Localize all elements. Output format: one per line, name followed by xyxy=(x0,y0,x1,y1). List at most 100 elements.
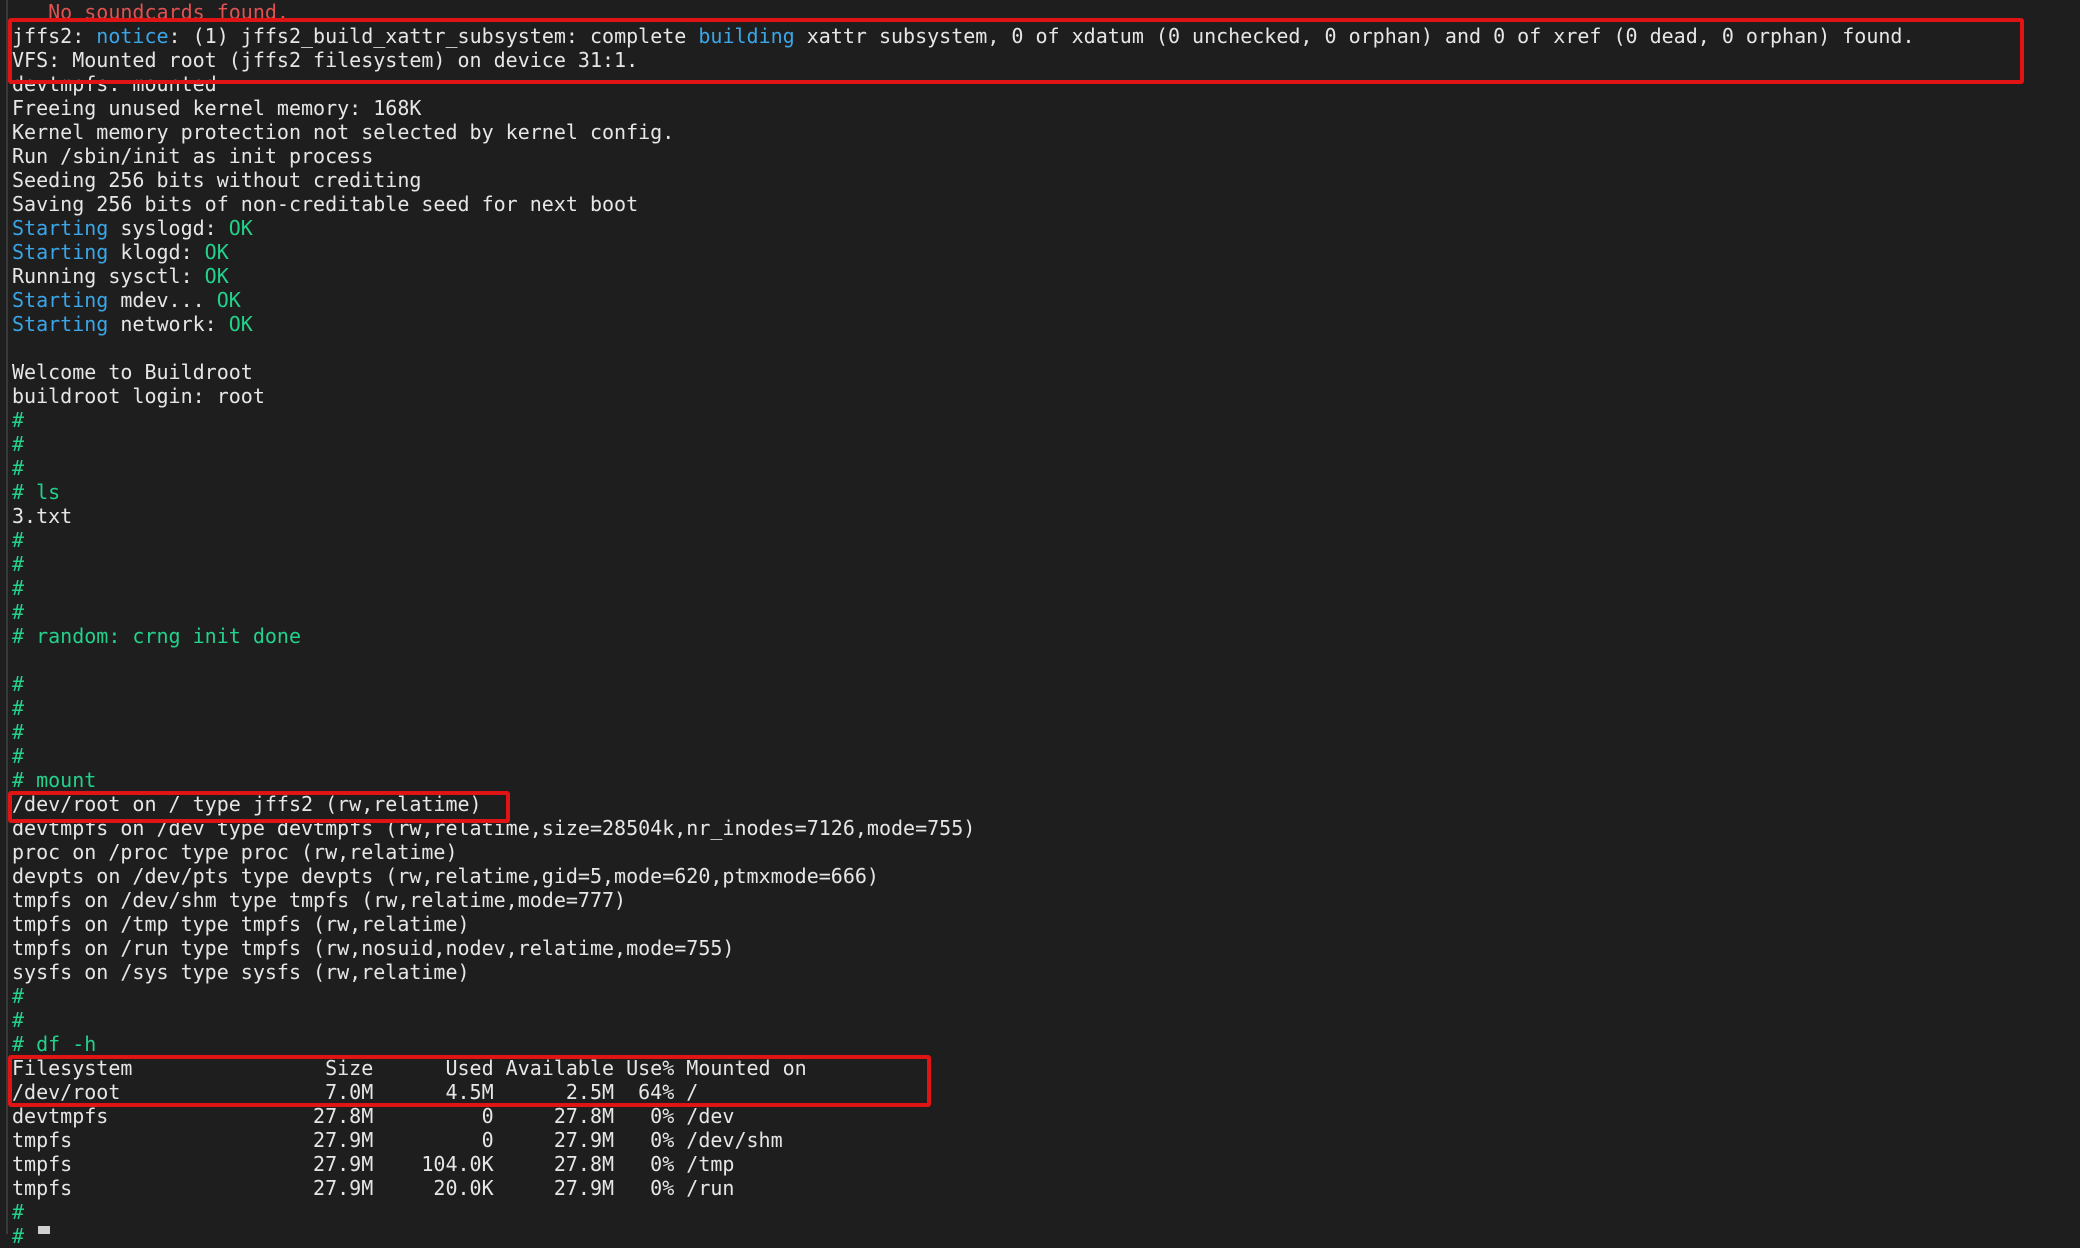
terminal-text: Saving 256 bits of non-creditable seed f… xyxy=(12,192,639,216)
terminal-line: # xyxy=(12,552,1915,576)
terminal-text: tmpfs on /run type tmpfs (rw,nosuid,node… xyxy=(12,936,735,960)
terminal-text: devtmpfs 27.8M 0 27.8M 0% /dev xyxy=(12,1104,735,1128)
terminal-text: # df -h xyxy=(12,1032,97,1056)
terminal-line: # xyxy=(12,576,1915,600)
terminal-line: 3.txt xyxy=(12,504,1915,528)
terminal-text: notice xyxy=(96,24,169,48)
terminal-line: Running sysctl: OK xyxy=(12,264,1915,288)
terminal-line: tmpfs on /dev/shm type tmpfs (rw,relatim… xyxy=(12,888,1915,912)
terminal-cursor xyxy=(38,1226,50,1234)
terminal-text: tmpfs on /tmp type tmpfs (rw,relatime) xyxy=(12,912,470,936)
terminal-text: Starting xyxy=(12,312,109,336)
terminal-text: Running sysctl: xyxy=(12,264,205,288)
terminal-text: Freeing unused kernel memory: 168K xyxy=(12,96,422,120)
terminal-line: Run /sbin/init as init process xyxy=(12,144,1915,168)
terminal-text: # xyxy=(12,600,25,624)
terminal-line: sysfs on /sys type sysfs (rw,relatime) xyxy=(12,960,1915,984)
terminal-text: buildroot login: root xyxy=(12,384,265,408)
terminal-text: Run /sbin/init as init process xyxy=(12,144,374,168)
terminal-line: jffs2: notice: (1) jffs2_build_xattr_sub… xyxy=(12,24,1915,48)
terminal-text: # random: crng init done xyxy=(12,624,301,648)
terminal-line: proc on /proc type proc (rw,relatime) xyxy=(12,840,1915,864)
terminal-line: # xyxy=(12,408,1915,432)
terminal-text: jffs2: xyxy=(12,24,97,48)
terminal-line: Seeding 256 bits without crediting xyxy=(12,168,1915,192)
terminal-text: Welcome to Buildroot xyxy=(12,360,253,384)
terminal-text: 3.txt xyxy=(12,504,73,528)
terminal-text: # mount xyxy=(12,768,97,792)
terminal-text: # xyxy=(12,696,25,720)
terminal-line: Starting klogd: OK xyxy=(12,240,1915,264)
terminal-text: # xyxy=(12,456,25,480)
terminal-line: # xyxy=(12,696,1915,720)
terminal-line: Filesystem Size Used Available Use% Moun… xyxy=(12,1056,1915,1080)
terminal-text: tmpfs 27.9M 0 27.9M 0% /dev/shm xyxy=(12,1128,783,1152)
terminal-text: # xyxy=(12,576,25,600)
terminal-line: No soundcards found. xyxy=(12,0,1915,24)
terminal-text: tmpfs 27.9M 104.0K 27.8M 0% /tmp xyxy=(12,1152,735,1176)
terminal-text: # xyxy=(12,1224,25,1248)
terminal-text: OK xyxy=(204,240,229,264)
terminal-text: # xyxy=(12,1008,25,1032)
terminal-text: No soundcards found. xyxy=(12,0,289,24)
terminal-line: # xyxy=(12,720,1915,744)
terminal-line: # xyxy=(12,1008,1915,1032)
terminal-line: # xyxy=(12,744,1915,768)
terminal-line: Starting network: OK xyxy=(12,312,1915,336)
terminal-text: OK xyxy=(228,312,253,336)
terminal-line: VFS: Mounted root (jffs2 filesystem) on … xyxy=(12,48,1915,72)
terminal-text: Starting xyxy=(12,288,109,312)
terminal-text: devpts on /dev/pts type devpts (rw,relat… xyxy=(12,864,879,888)
terminal-text: Seeding 256 bits without crediting xyxy=(12,168,422,192)
terminal-text: OK xyxy=(204,264,229,288)
terminal-line: # df -h xyxy=(12,1032,1915,1056)
terminal-text: syslogd: xyxy=(108,216,229,240)
terminal-text: # xyxy=(12,552,25,576)
terminal-line: Saving 256 bits of non-creditable seed f… xyxy=(12,192,1915,216)
terminal-line: Welcome to Buildroot xyxy=(12,360,1915,384)
terminal-line: # mount xyxy=(12,768,1915,792)
terminal-line: /dev/root 7.0M 4.5M 2.5M 64% / xyxy=(12,1080,1915,1104)
terminal-line: Kernel memory protection not selected by… xyxy=(12,120,1915,144)
terminal-text: # ls xyxy=(12,480,61,504)
terminal-line: # xyxy=(12,1224,1915,1248)
terminal-line: devpts on /dev/pts type devpts (rw,relat… xyxy=(12,864,1915,888)
terminal-line: tmpfs 27.9M 104.0K 27.8M 0% /tmp xyxy=(12,1152,1915,1176)
terminal-line: # random: crng init done xyxy=(12,624,1915,648)
terminal-text: # xyxy=(12,432,25,456)
terminal-line: tmpfs on /run type tmpfs (rw,nosuid,node… xyxy=(12,936,1915,960)
terminal-text: Kernel memory protection not selected by… xyxy=(12,120,675,144)
terminal-output: No soundcards found. jffs2: notice: (1) j… xyxy=(12,0,1915,1248)
terminal-line: Freeing unused kernel memory: 168K xyxy=(12,96,1915,120)
terminal-line: # xyxy=(12,528,1915,552)
terminal-line: # xyxy=(12,1200,1915,1224)
terminal-text: network: xyxy=(108,312,229,336)
terminal-line: devtmpfs: mounted xyxy=(12,72,1915,96)
terminal-text: tmpfs 27.9M 20.0K 27.9M 0% /run xyxy=(12,1176,735,1200)
terminal-text: devtmpfs: mounted xyxy=(12,72,217,96)
terminal-text: /dev/root 7.0M 4.5M 2.5M 64% / xyxy=(12,1080,699,1104)
terminal-text: Starting xyxy=(12,240,109,264)
terminal-line: # xyxy=(12,984,1915,1008)
terminal-text: OK xyxy=(228,216,253,240)
terminal-window[interactable]: No soundcards found. jffs2: notice: (1) j… xyxy=(6,0,2080,1248)
terminal-text: xattr subsystem, 0 of xdatum (0 unchecke… xyxy=(794,24,1915,48)
terminal-text: # xyxy=(12,528,25,552)
terminal-text: VFS: Mounted root (jffs2 filesystem) on … xyxy=(12,48,639,72)
terminal-text: # xyxy=(12,720,25,744)
terminal-line: tmpfs 27.9M 0 27.9M 0% /dev/shm xyxy=(12,1128,1915,1152)
terminal-line: buildroot login: root xyxy=(12,384,1915,408)
terminal-text: klogd: xyxy=(108,240,205,264)
terminal-text: mdev... xyxy=(108,288,217,312)
terminal-text: devtmpfs on /dev type devtmpfs (rw,relat… xyxy=(12,816,976,840)
terminal-line: # xyxy=(12,432,1915,456)
terminal-text: Starting xyxy=(12,216,109,240)
terminal-text: Filesystem Size Used Available Use% Moun… xyxy=(12,1056,807,1080)
terminal-line: # xyxy=(12,672,1915,696)
terminal-line: # xyxy=(12,456,1915,480)
terminal-line: # xyxy=(12,600,1915,624)
terminal-line: /dev/root on / type jffs2 (rw,relatime) xyxy=(12,792,1915,816)
terminal-text: tmpfs on /dev/shm type tmpfs (rw,relatim… xyxy=(12,888,627,912)
